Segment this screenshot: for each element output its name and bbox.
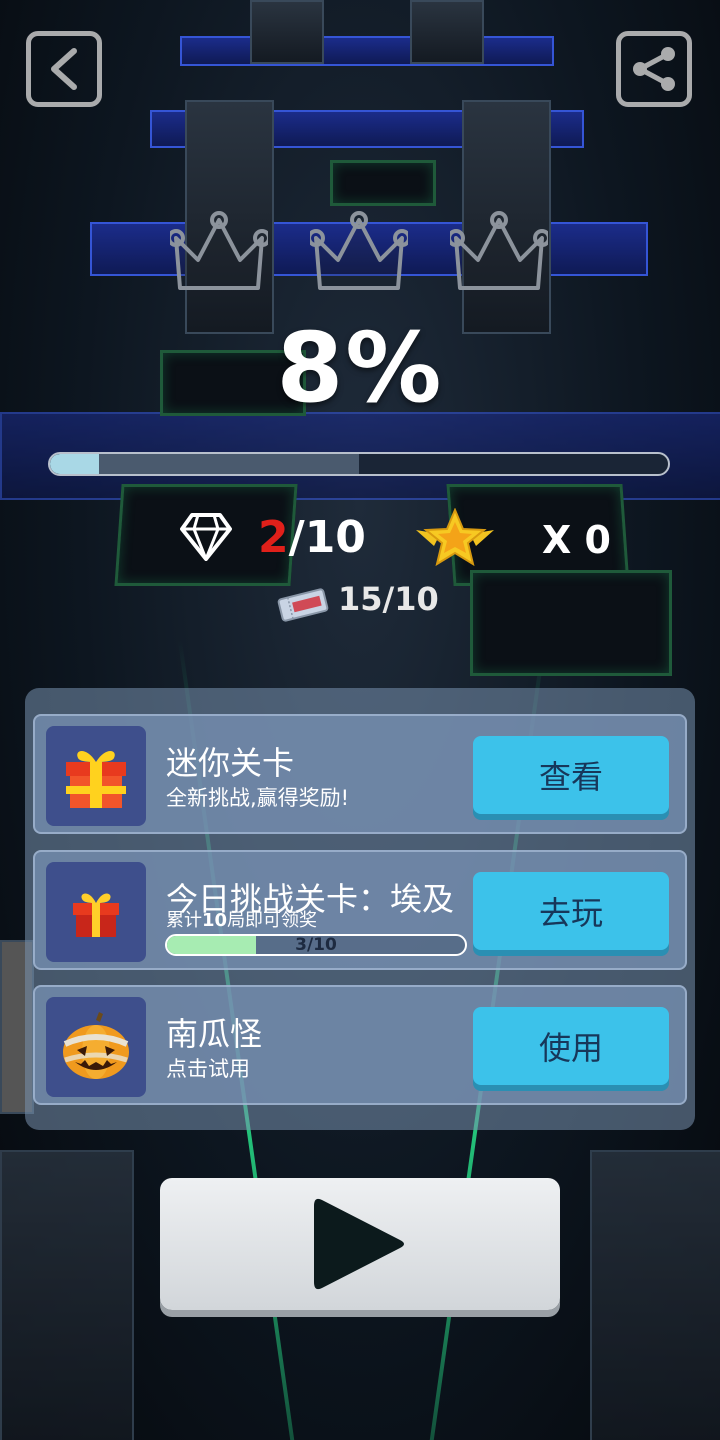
subtitle-suffix: 局即可领奖: [227, 910, 318, 931]
floor-tile: [470, 570, 672, 676]
row-title: 迷你关卡: [166, 744, 295, 782]
gem-current: 2: [258, 512, 289, 563]
pumpkin-icon: [46, 997, 146, 1097]
challenge-progress-text: 3/10: [295, 935, 337, 955]
star-counter: X 0: [542, 518, 611, 562]
crown-icon: [310, 210, 408, 294]
level-progress-percent: 8%: [276, 312, 444, 424]
gem-total: /10: [288, 512, 366, 563]
view-button[interactable]: 查看: [473, 736, 669, 814]
level-progress-bar: [48, 452, 670, 476]
gift-box-small-icon: [46, 862, 146, 962]
crown-icon: [170, 210, 268, 294]
share-icon: [633, 47, 675, 91]
row-subtitle: 点击试用: [166, 1057, 250, 1081]
ticket-counter: 15/10: [338, 580, 439, 618]
crown-icon: [450, 210, 548, 294]
gem-counter: 2/10: [258, 512, 366, 563]
subtitle-prefix: 累计: [166, 910, 202, 931]
star-icon: [414, 507, 496, 574]
row-subtitle: 全新挑战,赢得奖励!: [166, 786, 350, 810]
tower: [0, 1150, 134, 1440]
crown-rating: [170, 210, 548, 294]
progress-fill: [50, 454, 100, 474]
row-subtitle: 累计10局即可领奖: [166, 906, 317, 932]
use-button[interactable]: 使用: [473, 1007, 669, 1085]
challenge-progress-bar: 3/10: [165, 934, 467, 956]
play-icon: [314, 1198, 404, 1290]
play-challenge-button[interactable]: 去玩: [473, 872, 669, 950]
tower: [410, 0, 484, 64]
row-title: 南瓜怪: [166, 1015, 263, 1053]
gift-box-icon: [46, 726, 146, 826]
play-button[interactable]: [160, 1178, 560, 1310]
tower: [250, 0, 324, 64]
daily-challenge-row: 今日挑战关卡：埃及 累计10局即可领奖 3/10 去玩: [33, 850, 687, 970]
activity-panel: 迷你关卡 全新挑战,赢得奖励! 查看 今日挑战关卡：埃及 累计10局即可领奖 3…: [25, 688, 695, 1130]
pumpkin-skin-row: 南瓜怪 点击试用 使用: [33, 985, 687, 1105]
floor-tile: [330, 160, 436, 206]
tower: [590, 1150, 720, 1440]
diamond-icon: [180, 513, 232, 565]
back-button[interactable]: [26, 31, 102, 107]
subtitle-count: 10: [202, 910, 228, 931]
back-arrow-icon: [51, 48, 77, 90]
share-button[interactable]: [616, 31, 692, 107]
stats-row: 2/10 X 0: [0, 507, 720, 568]
ticket-icon: [276, 586, 330, 628]
mini-level-row: 迷你关卡 全新挑战,赢得奖励! 查看: [33, 714, 687, 834]
bridge-beam: [180, 36, 554, 66]
